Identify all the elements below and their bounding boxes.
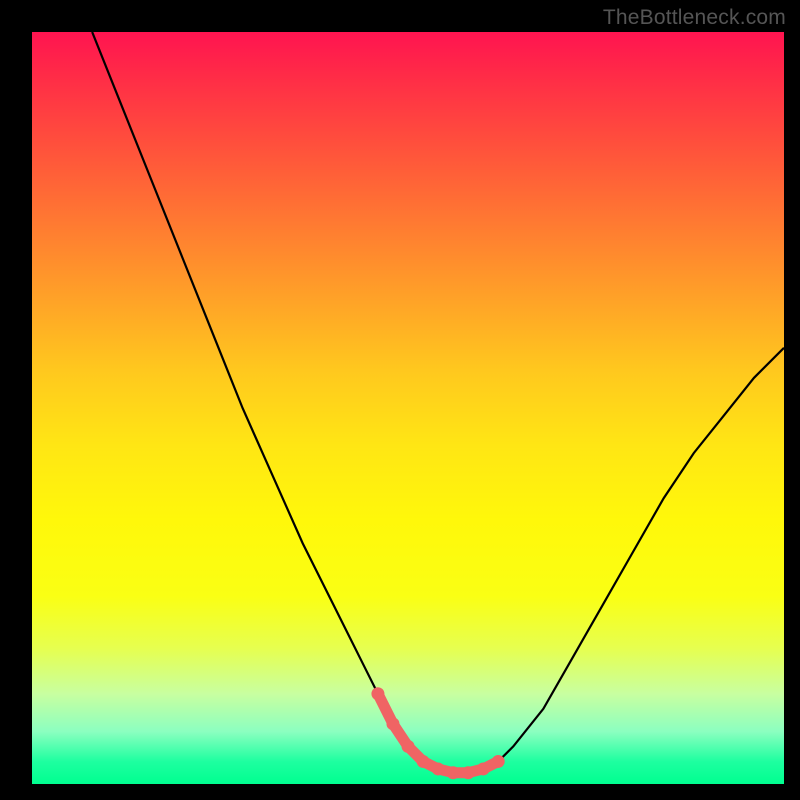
highlight-dot	[402, 740, 415, 753]
watermark: TheBottleneck.com	[603, 6, 786, 30]
chart-svg	[32, 32, 784, 784]
highlight-dot	[417, 755, 430, 768]
highlight-dot	[477, 762, 490, 775]
main-curve	[92, 32, 784, 773]
highlight-dot	[386, 717, 399, 730]
highlight-dot	[492, 755, 505, 768]
chart-container: TheBottleneck.com	[0, 0, 800, 800]
curve-group	[92, 32, 784, 773]
highlight-dot	[432, 762, 445, 775]
highlight-dot	[462, 766, 475, 779]
highlight-dot	[371, 687, 384, 700]
highlight-group	[371, 687, 504, 779]
highlight-dot	[447, 766, 460, 779]
plot-area	[32, 32, 784, 784]
highlight-curve	[378, 694, 498, 773]
